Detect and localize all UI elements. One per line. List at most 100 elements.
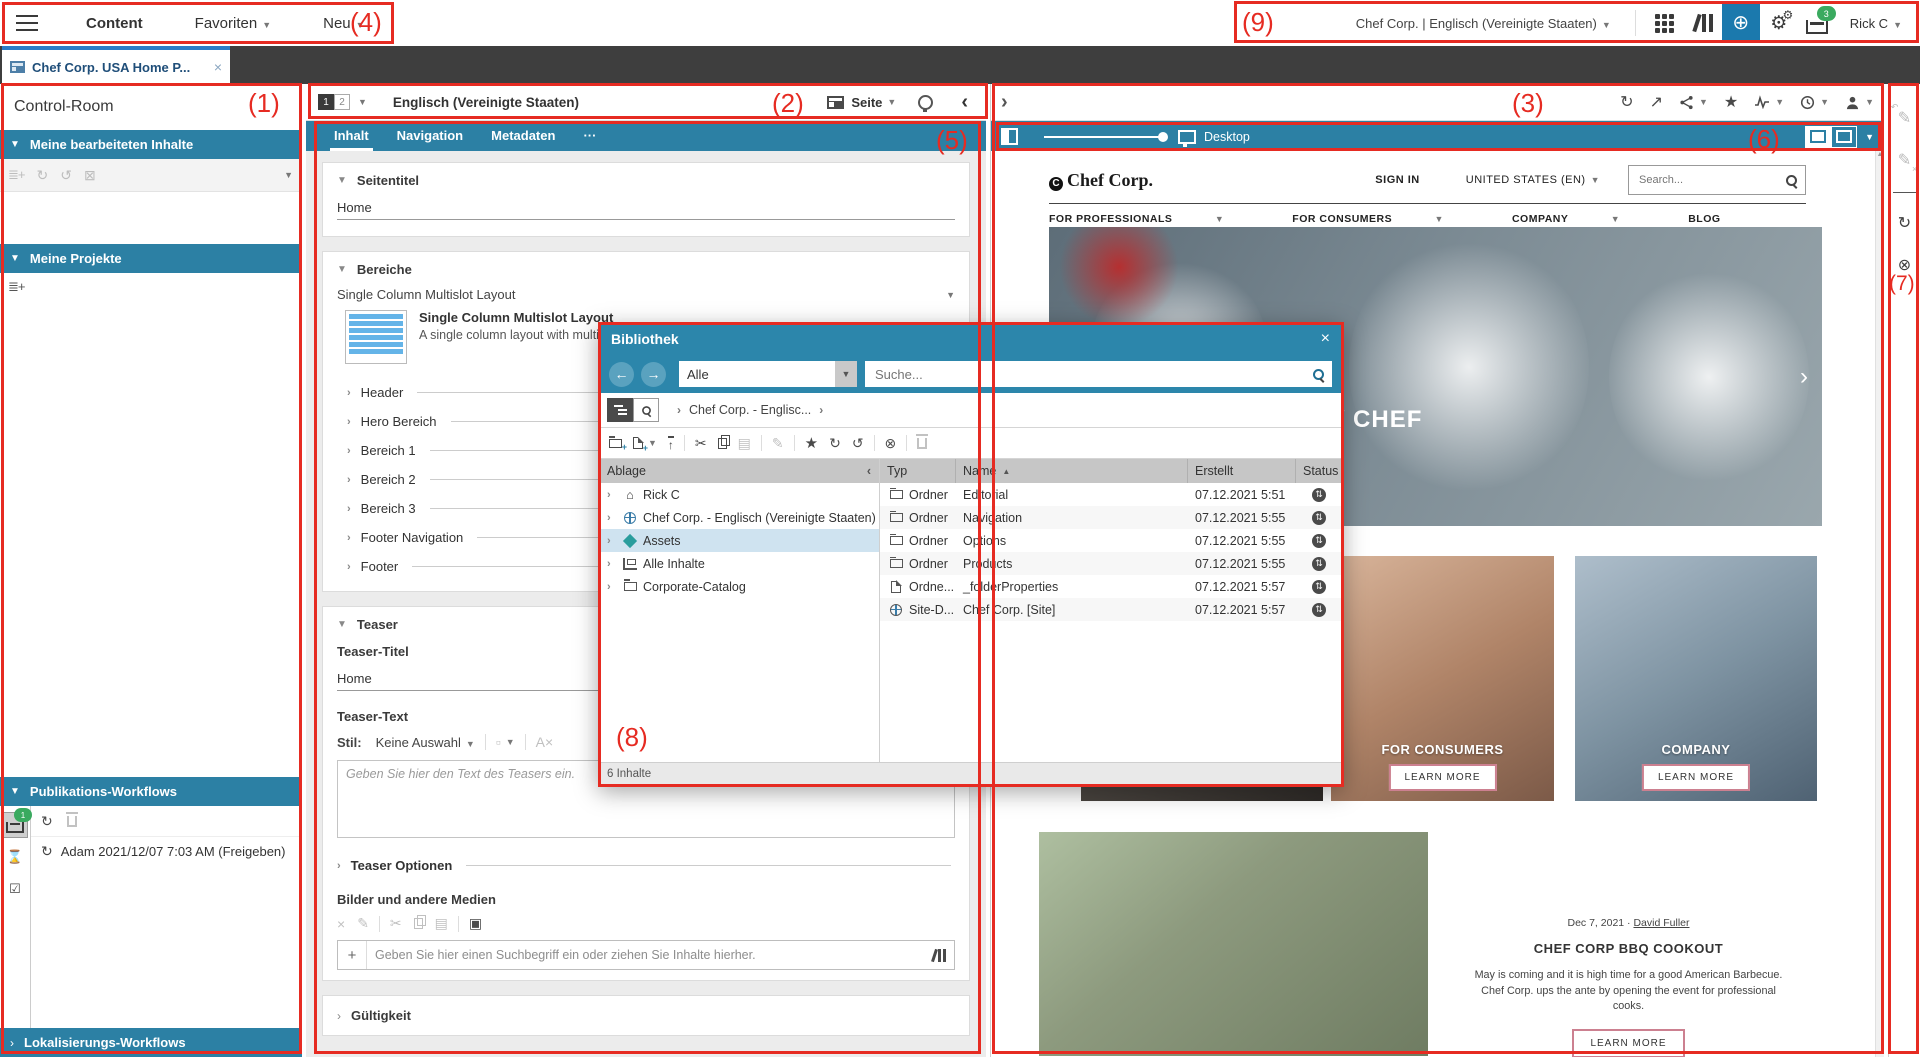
add-project-icon[interactable]: ≣+ — [8, 279, 24, 295]
new-folder-icon[interactable] — [609, 439, 622, 448]
collapse-left-icon[interactable]: ‹ — [867, 464, 871, 478]
open-external-icon[interactable]: ↗ — [1650, 92, 1663, 112]
col-status[interactable]: Status — [1296, 459, 1345, 483]
chevron-down-icon[interactable]: ▼ — [887, 97, 896, 107]
tree-view-button[interactable] — [607, 398, 633, 422]
preview-scrollbar[interactable]: ▲ — [1875, 151, 1884, 1057]
pending-filter-button[interactable]: ⌛ — [2, 844, 28, 870]
version-current[interactable]: 1 — [318, 94, 334, 110]
library-title-bar[interactable]: Bibliothek × — [599, 323, 1342, 355]
close-icon[interactable]: × — [208, 59, 222, 75]
tab-metadaten[interactable]: Metadaten — [477, 128, 569, 151]
share-icon[interactable]: ▼ — [1679, 95, 1708, 110]
remove-localization-icon[interactable]: ⊗ — [1898, 255, 1911, 275]
settings-button[interactable]: ⚙⚙ — [1760, 4, 1798, 42]
teaser-card-consumers[interactable]: FOR CONSUMERS LEARN MORE — [1331, 556, 1554, 801]
trash-icon[interactable] — [67, 816, 77, 827]
version-other[interactable]: 2 — [334, 94, 350, 110]
layout-select[interactable]: Single Column Multislot Layout ▼ — [337, 287, 955, 302]
media-search-input[interactable] — [367, 948, 931, 962]
teaser-options-row[interactable]: ›Teaser Optionen — [337, 851, 955, 880]
workflow-item[interactable]: ↻ Adam 2021/12/07 7:03 AM (Freigeben) — [31, 837, 302, 866]
copy-icon[interactable] — [718, 438, 727, 449]
user-menu[interactable]: Rick C▼ — [1850, 16, 1902, 31]
type-filter-select[interactable]: Alle▼ — [679, 361, 857, 387]
paste-icon[interactable]: ▤ — [738, 435, 751, 452]
col-typ[interactable]: Typ — [880, 459, 956, 483]
my-projects-header[interactable]: ▼Meine Projekte — [0, 244, 301, 273]
clear-format-icon[interactable]: A× — [536, 734, 554, 750]
inbox-button[interactable]: 3 — [1798, 4, 1836, 42]
col-erstellt[interactable]: Erstellt — [1188, 459, 1296, 483]
sign-in-link[interactable]: SIGN IN — [1375, 174, 1419, 186]
chevron-down-icon[interactable]: ▼ — [1865, 132, 1874, 142]
table-row[interactable]: Ordner Navigation 07.12.2021 5:55 ⇅ — [880, 506, 1342, 529]
author-link[interactable]: David Fuller — [1633, 917, 1689, 929]
tab-inhalt[interactable]: Inhalt — [320, 128, 383, 151]
teaser-card-company[interactable]: COMPANY LEARN MORE — [1575, 556, 1817, 801]
site-search-box[interactable] — [1628, 165, 1806, 195]
add-to-list-icon[interactable]: ≣+ — [8, 167, 24, 183]
reload-preview-icon[interactable]: ↻ — [1620, 92, 1633, 112]
cut-icon[interactable]: ✂ — [390, 915, 402, 932]
bereiche-header[interactable]: ▼Bereiche — [337, 262, 955, 277]
tab-chef-corp-usa-home[interactable]: Chef Corp. USA Home P... × — [2, 46, 230, 84]
tree-item-assets[interactable]: ›Assets — [599, 529, 879, 552]
table-row[interactable]: Ordner Editorial 07.12.2021 5:51 ⇅ — [880, 483, 1342, 506]
breadcrumb[interactable]: ›Chef Corp. - Englisc...› — [669, 403, 831, 417]
menu-favoriten[interactable]: Favoriten▼ — [195, 15, 271, 32]
withdraw-icon[interactable]: ⊗ — [885, 435, 897, 452]
learn-more-button[interactable]: LEARN MORE — [1642, 764, 1750, 791]
tree-item-corporate-catalog[interactable]: ›Corporate-Catalog — [599, 575, 879, 598]
tab-more[interactable]: ··· — [569, 128, 610, 151]
learn-more-button[interactable]: LEARN MORE — [1388, 764, 1496, 791]
menu-content[interactable]: Content — [86, 15, 143, 32]
menu-neu[interactable]: Neu▼ — [323, 15, 364, 32]
seitentitel-input[interactable] — [337, 196, 955, 220]
user-variants-icon[interactable]: ▼ — [1845, 95, 1874, 110]
nav-blog[interactable]: BLOG — [1688, 213, 1754, 225]
publish-icon[interactable]: ↻ — [36, 167, 48, 184]
collapse-left-icon[interactable]: ‹ — [961, 91, 968, 114]
new-content-icon[interactable] — [633, 437, 643, 449]
learn-more-button[interactable]: LEARN MORE — [1572, 1029, 1684, 1057]
col-name[interactable]: Name▲ — [956, 459, 1188, 483]
my-edited-content-header[interactable]: ▼Meine bearbeiteten Inhalte — [0, 130, 301, 159]
seitentitel-header[interactable]: ▼Seitentitel — [337, 173, 955, 188]
toggle-sidebar-icon[interactable] — [1001, 128, 1018, 145]
localization-workflows-header[interactable]: ›Lokalisierungs-Workflows — [0, 1028, 302, 1057]
tab-navigation[interactable]: Navigation — [383, 128, 477, 151]
withdraw-icon[interactable]: ⊠ — [84, 167, 96, 184]
lightbulb-icon[interactable] — [918, 95, 933, 110]
trash-icon[interactable] — [917, 438, 927, 449]
open-in-library-icon[interactable]: ▣ — [469, 915, 482, 932]
desktop-preview-toggle[interactable] — [1805, 126, 1831, 148]
slider-handle[interactable] — [1158, 132, 1168, 142]
inbox-filter-button[interactable]: 1 — [2, 812, 28, 838]
table-row[interactable]: Site-D... Chef Corp. [Site] 07.12.2021 5… — [880, 598, 1342, 621]
doctype-label[interactable]: Seite — [851, 95, 882, 110]
cut-icon[interactable]: ✂ — [695, 435, 707, 452]
discard-changes-icon[interactable]: ✎× — [1898, 150, 1911, 170]
table-row[interactable]: Ordner Options 07.12.2021 5:55 ⇅ — [880, 529, 1342, 552]
validity-header[interactable]: ›Gültigkeit — [337, 1008, 955, 1023]
comparison-preview-toggle[interactable] — [1831, 126, 1857, 148]
apply-changes-icon[interactable]: ✎↶ — [1898, 108, 1911, 128]
region-selector[interactable]: UNITED STATES (EN)▼ — [1466, 174, 1600, 186]
media-drop-area[interactable]: + — [337, 940, 955, 970]
nav-for-professionals[interactable]: FOR PROFESSIONALS ▼ — [1049, 213, 1258, 225]
nav-company[interactable]: COMPANY ▼ — [1512, 213, 1654, 225]
nav-for-consumers[interactable]: FOR CONSUMERS ▼ — [1292, 213, 1478, 225]
finished-filter-button[interactable]: ☑ — [2, 876, 28, 902]
refresh-icon[interactable]: ↻ — [41, 813, 53, 830]
device-width-slider[interactable] — [1044, 136, 1164, 138]
tree-item-alle-inhalte[interactable]: ›Alle Inhalte — [599, 552, 879, 575]
chevron-down-icon[interactable]: ▼ — [358, 97, 367, 107]
apps-grid-button[interactable] — [1646, 4, 1684, 42]
approve-icon[interactable]: ↺ — [60, 167, 72, 184]
reload-icon[interactable]: ↻ — [1898, 213, 1911, 233]
forward-icon[interactable]: → — [641, 362, 666, 387]
pencil-icon[interactable]: ✎ — [772, 435, 784, 452]
stil-select[interactable]: Keine Auswahl▼ — [376, 735, 475, 750]
star-icon[interactable]: ★ — [805, 434, 818, 452]
